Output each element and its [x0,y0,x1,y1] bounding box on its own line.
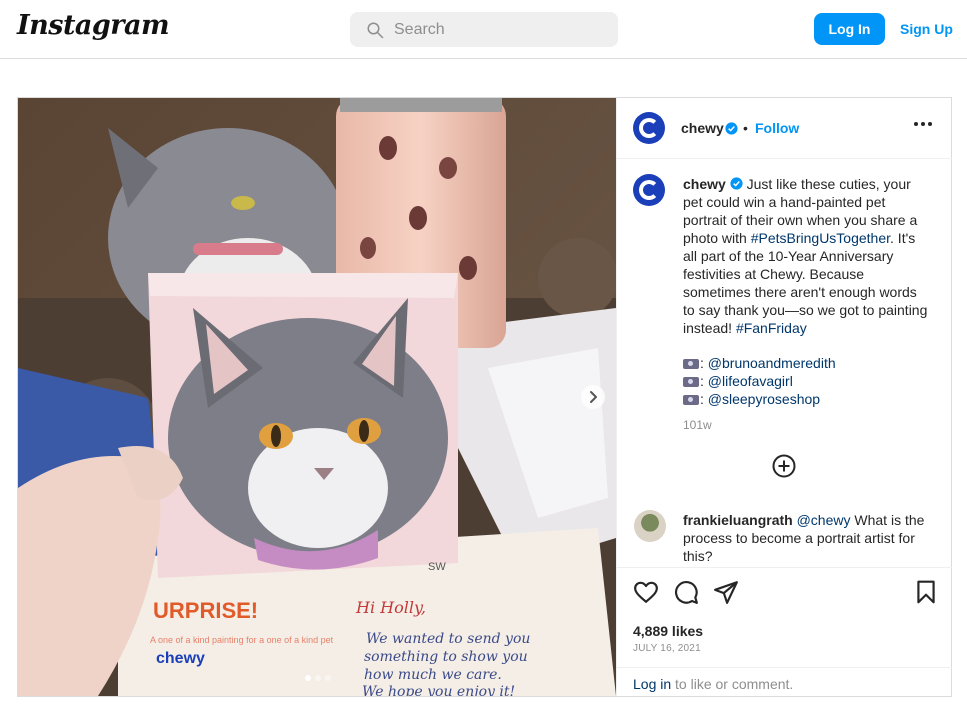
post-header: chewy • Follow [617,98,952,159]
hashtag-link[interactable]: #FanFriday [736,320,807,336]
hashtag-link[interactable]: #PetsBringUsTogether [751,230,890,246]
like-count[interactable]: 4,889 likes [633,623,703,639]
post-side-panel: chewy • Follow chewy Just like these cut… [616,98,952,696]
caption-timestamp[interactable]: 101w [683,418,712,432]
share-icon[interactable] [713,579,739,605]
photo-credit: : @lifeofavagirl [683,372,928,390]
verified-badge-icon [725,122,738,135]
note-greeting: Hi Holly, [355,598,426,617]
carousel-dot [325,675,331,681]
log-in-link[interactable]: Log in [633,676,671,692]
note-line: how much we care. [364,667,502,683]
follow-button[interactable]: Follow [755,120,799,136]
camera-icon [683,395,699,405]
painting-signature: SW [428,561,446,573]
commenter-avatar[interactable] [634,510,666,542]
carousel-dot [305,675,311,681]
credit-prefix: : [700,373,704,389]
carousel-dot [315,675,321,681]
caption-author-avatar[interactable] [633,174,665,206]
log-in-button[interactable]: Log In [814,13,885,45]
photo-credit: : @brunoandmeredith [683,354,928,372]
login-prompt-text: to like or comment. [675,676,794,692]
card-brand: chewy [156,650,205,667]
carousel-indicator [305,675,331,681]
bookmark-icon[interactable] [913,579,939,605]
card-subtitle: A one of a kind painting for a one of a … [150,635,334,645]
comments-section: chewy Just like these cuties, your pet c… [617,160,952,567]
separator-dot: • [743,120,748,136]
author-avatar[interactable] [633,112,665,144]
carousel-next-button[interactable] [581,385,605,409]
chevron-right-icon [590,391,597,403]
heart-icon[interactable] [633,579,659,605]
verified-badge-icon [730,177,743,190]
top-navigation-bar: Instagram Log In Sign Up [0,0,967,59]
note-line: We hope you enjoy it! [362,684,515,696]
mention-link[interactable]: @lifeofavagirl [708,373,793,389]
search-box[interactable] [350,12,618,47]
camera-icon [683,377,699,387]
search-icon [367,22,384,39]
sign-up-link[interactable]: Sign Up [900,21,953,37]
mention-link[interactable]: @sleepyroseshop [708,391,820,407]
post-card: URPRISE! A one of a kind painting for a … [17,97,952,697]
login-prompt: Log in to like or comment. [617,667,952,697]
credit-prefix: : [700,355,704,371]
post-date[interactable]: JULY 16, 2021 [633,643,701,654]
card-headline: URPRISE! [153,598,258,623]
credit-prefix: : [700,391,704,407]
caption-username[interactable]: chewy [683,176,726,192]
load-more-comments-icon[interactable] [772,454,796,478]
more-options-icon[interactable] [914,122,932,126]
post-photo: URPRISE! A one of a kind painting for a … [18,98,616,696]
author-username[interactable]: chewy [681,120,724,136]
comment: frankieluangrath @chewy What is the proc… [683,511,933,565]
instagram-logo[interactable]: Instagram [17,10,170,41]
post-caption: chewy Just like these cuties, your pet c… [683,175,928,337]
post-media[interactable]: URPRISE! A one of a kind painting for a … [18,98,616,696]
photo-credit: : @sleepyroseshop [683,390,928,408]
camera-icon [683,359,699,369]
post-actions: 4,889 likes JULY 16, 2021 Log in to like… [617,567,952,696]
search-input[interactable] [394,12,604,47]
commenter-username[interactable]: frankieluangrath [683,512,793,528]
note-line: something to show you [364,649,528,665]
comment-icon[interactable] [673,579,699,605]
note-line: We wanted to send you [366,631,530,647]
mention-link[interactable]: @brunoandmeredith [708,355,836,371]
mention-link[interactable]: @chewy [797,512,851,528]
